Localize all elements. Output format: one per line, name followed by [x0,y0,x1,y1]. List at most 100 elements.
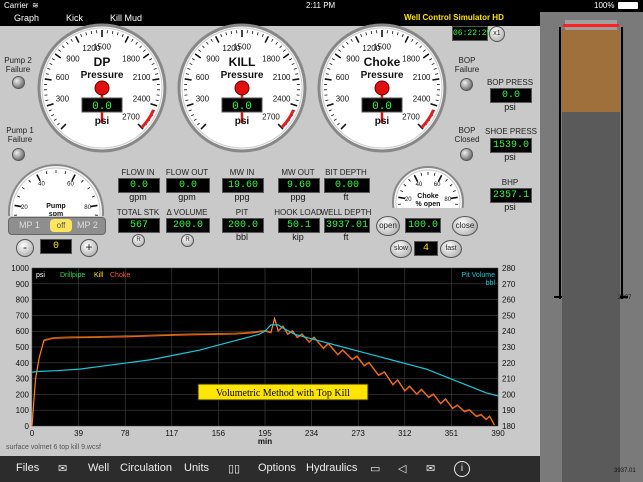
speed-button[interactable]: x1 [489,26,505,42]
choke-open-value: 100.0 [405,218,441,233]
gauge-hub [374,80,390,96]
gauge-tick-label: 20 [405,197,412,203]
gauge-subtitle: Pressure [221,70,264,81]
gauge-tick [111,30,114,35]
row2-label-3: HOOK LOAD [274,208,322,217]
spm-increase-button[interactable]: + [80,239,98,257]
gauge-face: 900120015001800210060024003002700KILLPre… [177,23,307,153]
gauge-hub [94,80,110,96]
gauge-tick-label: 1800 [262,55,280,64]
dp-pressure-gauge: 900 1200 1500 1800 2100 600 2400 300 2700 DP Press… [36,22,168,159]
files-button[interactable]: Files [16,462,39,474]
gauge-tick [292,78,300,81]
units-button[interactable]: Units [184,462,209,474]
x-tick-label: 234 [305,429,319,438]
well-button[interactable]: Well [88,462,109,474]
mp2-button[interactable]: MP 2 [77,220,98,230]
hydraulics-button[interactable]: Hydraulics [306,462,357,474]
mail-icon[interactable]: ✉ [58,462,67,475]
gauge-subtitle: % open [416,201,441,208]
pressure-volume-chart: 0 39 78 117 156 195 234 273 312 351 39001002003004… [2,262,538,444]
pump1-failure-led[interactable] [12,148,25,161]
gauge-tick [324,78,332,81]
bop-closed-led[interactable] [460,148,473,161]
choke-line-indicator [563,24,619,27]
columns-icon[interactable]: ▯▯ [228,462,240,475]
bop-failure-led[interactable] [460,78,473,91]
envelope-icon[interactable]: ✉ [426,462,435,475]
gauge-tick-label: 2400 [413,94,431,103]
options-button[interactable]: Options [258,462,296,474]
choke-fast-button[interactable]: fast [440,240,462,258]
row2-label-4: WELL DEPTH [320,208,372,217]
y-right-tick-label: 180 [502,422,516,431]
gauge-tick [251,30,254,35]
gauge-face: 900120015001800210060024003002700DPPress… [37,23,167,153]
gauge-tick-label: 80 [84,205,91,211]
bop-closed-label: BOP Closed [454,126,480,144]
y-right-tick-label: 280 [502,264,516,273]
gauge-unit: psi [235,116,250,127]
shoe-depth-label: 2297 [618,295,632,301]
spm-decrease-button[interactable]: - [16,239,34,257]
open-hole [562,112,620,482]
pump-spm-gauge: 406020800100Pumpspm [6,162,106,216]
choke-close-button[interactable]: close [452,216,478,236]
circulation-button[interactable]: Circulation [120,462,172,474]
gauge-tick-label: 1800 [402,55,420,64]
gauge-unit: psi [95,116,110,127]
gauge-tick-label: 2100 [413,73,431,82]
choke-open-button[interactable]: open [376,216,400,236]
gauge-digital-value: 0.0 [92,101,112,113]
y-left-tick-label: 700 [16,311,30,320]
sound-icon[interactable]: ◁ [398,462,406,475]
gauge-tick-label: 80 [444,197,451,203]
chart-annotation: Volumetric Method with Top Kill [216,388,350,399]
gauge-face: 900120015001800210060024003002700ChokePr… [317,23,447,153]
casing-left [559,27,561,299]
x-tick-label: 39 [74,429,83,438]
bottom-toolbar: Files ✉ Well Circulation Units ▯▯ Option… [0,456,540,482]
row1-unit-1: gpm [178,192,196,202]
y-right-tick-label: 190 [502,406,516,415]
row2-reset-button-0[interactable]: R [132,234,145,247]
row2-reset-button-1[interactable]: R [181,234,194,247]
y-left-tick-label: 0 [25,422,30,431]
pump-off-button[interactable]: off [50,219,72,232]
gauge-tick-label: 2700 [262,113,280,122]
battery-icon [618,2,638,9]
ios-status-bar: Carrier ≋ 2:11 PM 100% [0,0,643,12]
gauge-face: 406020800100Choke% open [392,166,464,208]
gauge-tick-label: 2400 [133,94,151,103]
x-tick-label: 0 [30,429,35,438]
choke-pressure-gauge: 900 1200 1500 1800 2100 600 2400 300 2700 Choke Pr… [316,22,448,159]
gauge-tick-label: 600 [196,73,210,82]
scenario-filename: surface volmet 6 top kill 9.wcsf [6,444,101,451]
shoe-press-label: SHOE PRESS [484,127,537,136]
y-right-tick-label: 240 [502,327,516,336]
gauge-tick-label: 1500 [233,43,251,52]
row1-label-4: BIT DEPTH [325,168,367,177]
x-axis-label: min [258,437,272,444]
gauge-tick-label: 600 [56,73,70,82]
chat-icon[interactable]: ▭ [370,462,380,475]
info-icon[interactable]: i [454,461,470,477]
pump2-failure-label: Pump 2 Failure [4,56,32,74]
mud-column [562,30,620,112]
pump2-failure-led[interactable] [12,76,25,89]
gauge-tick [391,30,394,35]
bop-press-value: 0.0 [490,88,532,103]
row1-value-0: 0.0 [118,178,160,193]
mp1-button[interactable]: MP 1 [19,220,40,230]
gauge-tick [230,30,233,35]
choke-slow-button[interactable]: slow [390,240,412,258]
row1-value-1: 0.0 [166,178,210,193]
gauge-tick [90,204,98,208]
y-right-tick-label: 250 [502,311,516,320]
row2-label-0: TOTAL STK [116,208,160,217]
gauge-tick-label: 40 [416,182,423,188]
gauge-tick-label: 300 [56,94,70,103]
legend-choke: Choke [110,272,130,279]
gauge-subtitle: Pressure [81,70,124,81]
pump-selector[interactable]: MP 1 off MP 2 [8,217,106,235]
